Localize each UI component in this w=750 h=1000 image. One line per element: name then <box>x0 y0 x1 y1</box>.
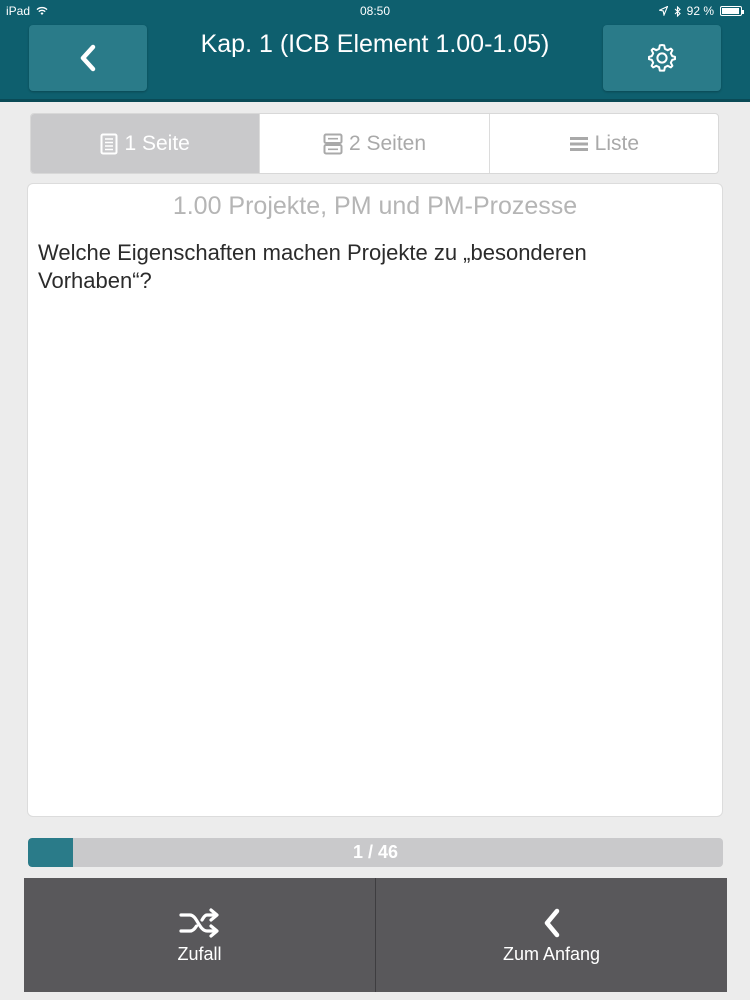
tab-label: 2 Seiten <box>348 131 427 155</box>
battery-percent: 92 % <box>686 4 714 18</box>
random-button[interactable]: Zufall <box>24 878 376 992</box>
to-start-label: Zum Anfang <box>502 943 601 964</box>
single-page-icon <box>100 133 118 154</box>
tab-liste[interactable]: Liste <box>490 114 718 173</box>
battery-level <box>722 8 739 14</box>
back-button[interactable] <box>29 25 147 91</box>
gear-icon <box>648 44 676 72</box>
progress-label: 1 / 46 <box>352 842 399 862</box>
flashcard[interactable]: 1.00 Projekte, PM und PM-Prozesse Welche… <box>27 183 723 817</box>
random-label: Zufall <box>177 943 222 964</box>
two-pages-icon <box>323 133 343 154</box>
chevron-left-icon <box>80 44 96 72</box>
tab-1-seite[interactable]: 1 Seite <box>31 114 261 173</box>
status-bar: iPad 08:50 92 % <box>0 0 750 22</box>
location-arrow-icon <box>658 6 668 16</box>
status-right: 92 % <box>658 4 744 18</box>
bottom-toolbar: Zufall Zum Anfang <box>24 878 727 992</box>
settings-button[interactable] <box>603 25 721 91</box>
page-title: Kap. 1 (ICB Element 1.00-1.05) <box>200 30 550 58</box>
shuffle-icon <box>178 907 219 938</box>
card-question: Welche Eigenschaften machen Projekte zu … <box>38 240 587 293</box>
tab-2-seiten[interactable]: 2 Seiten <box>260 114 490 173</box>
view-mode-selector: 1 Seite 2 Seiten Liste <box>30 113 719 174</box>
app-header: Kap. 1 (ICB Element 1.00-1.05) <box>0 22 750 102</box>
status-time: 08:50 <box>359 4 391 18</box>
tab-label: 1 Seite <box>124 131 190 155</box>
card-title: 1.00 Projekte, PM und PM-Prozesse <box>172 192 578 220</box>
bluetooth-icon <box>674 5 681 17</box>
to-start-button[interactable]: Zum Anfang <box>376 878 727 992</box>
chevron-left-icon <box>544 908 559 937</box>
list-icon <box>569 136 588 151</box>
battery-icon <box>720 6 744 16</box>
progress-bar: 1 / 46 <box>28 838 723 867</box>
tab-label: Liste <box>594 131 639 155</box>
